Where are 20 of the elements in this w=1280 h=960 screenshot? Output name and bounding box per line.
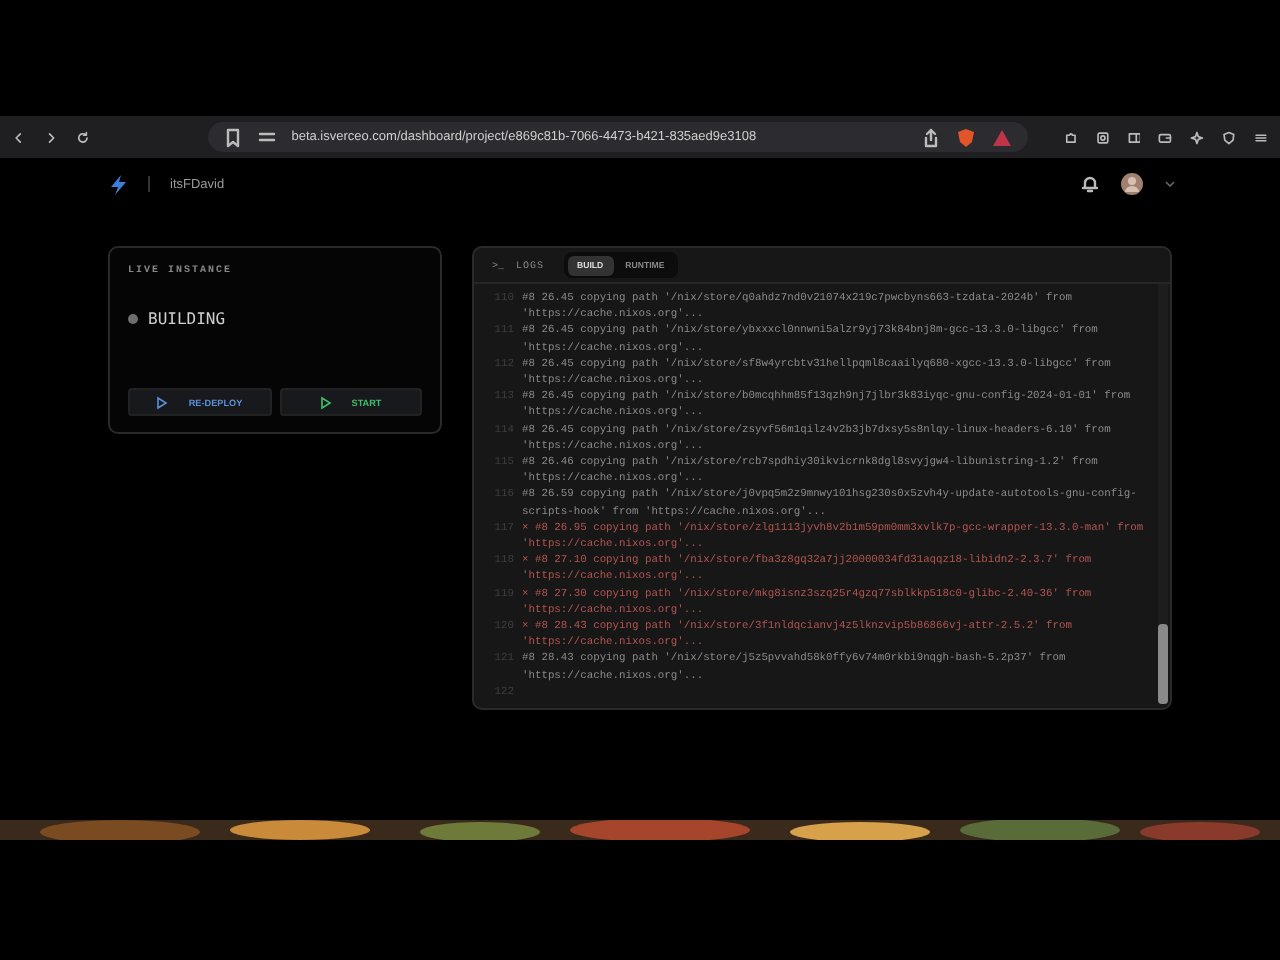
site-settings-icon[interactable] — [257, 128, 276, 146]
status-text: BUILDING — [148, 310, 226, 328]
lightning-icon — [108, 173, 128, 195]
share-icon[interactable] — [921, 127, 940, 147]
bell-icon[interactable] — [1080, 174, 1100, 194]
reload-icon[interactable] — [75, 127, 90, 147]
sparkle-icon[interactable] — [1190, 127, 1205, 147]
vpn-shield-icon[interactable] — [1222, 127, 1237, 147]
avatar-icon[interactable] — [1120, 172, 1144, 196]
chevron-icon[interactable] — [1164, 178, 1176, 190]
screenshot-icon[interactable] — [1095, 127, 1110, 147]
sidebar-icon[interactable] — [1127, 127, 1141, 147]
bookmark-icon[interactable] — [223, 127, 242, 147]
back-icon[interactable] — [12, 127, 26, 147]
play-icon — [156, 395, 169, 409]
shield-icon[interactable] — [955, 127, 976, 147]
forward-icon[interactable] — [43, 127, 58, 147]
scrollbar-thumb[interactable] — [1158, 624, 1168, 704]
triangle-icon[interactable] — [991, 127, 1012, 147]
play-icon — [319, 395, 332, 409]
